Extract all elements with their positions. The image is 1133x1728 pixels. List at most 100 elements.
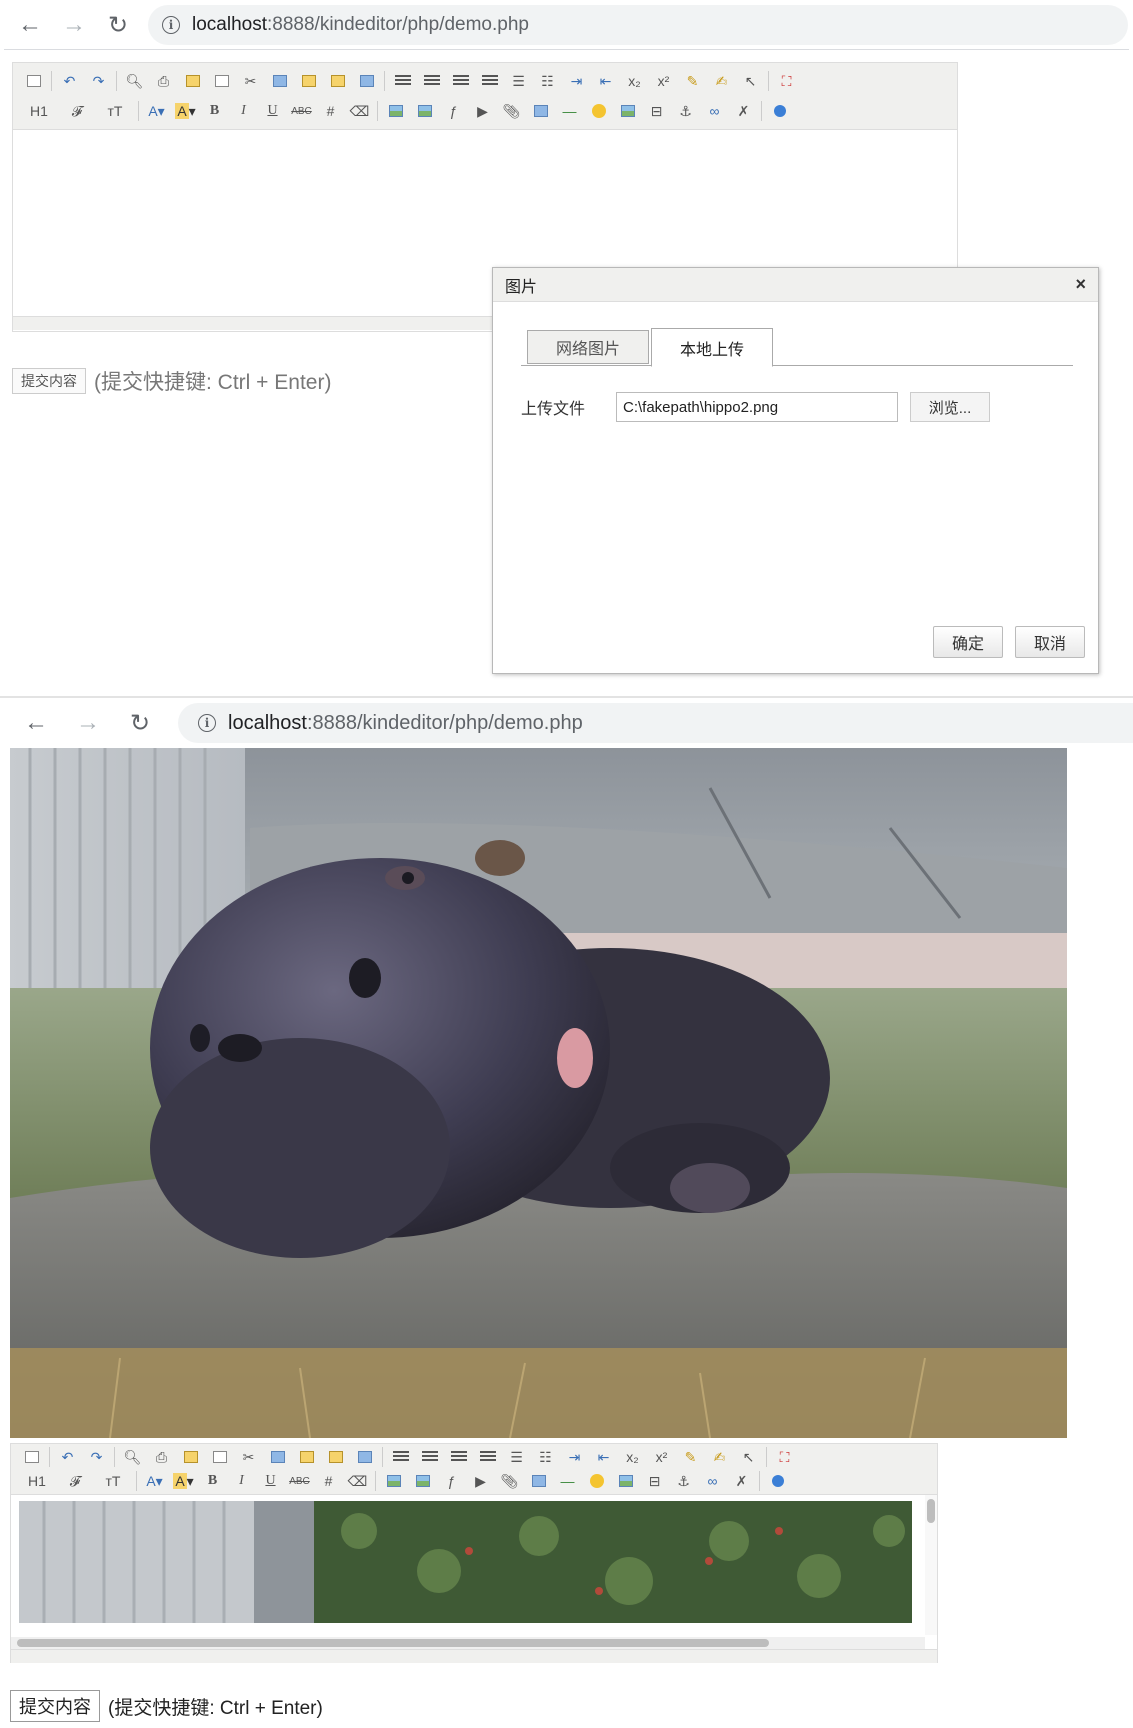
align-right-icon[interactable]	[444, 1445, 473, 1469]
source-icon[interactable]	[19, 69, 48, 93]
fullscreen-icon[interactable]: ⛶	[772, 69, 801, 93]
superscript-icon[interactable]: x²	[647, 1445, 676, 1469]
clear-format-icon[interactable]: ✎	[676, 1445, 705, 1469]
page-break-icon[interactable]: ⊟	[640, 1469, 669, 1493]
remove-format-icon[interactable]: ⌫	[343, 1469, 372, 1493]
justify-icon[interactable]	[473, 1445, 502, 1469]
info-icon[interactable]: i	[198, 714, 216, 732]
strikethrough-button[interactable]: ABC	[287, 99, 316, 123]
redo-icon[interactable]: ↷	[84, 69, 113, 93]
unlink-icon[interactable]: ✗	[729, 99, 758, 123]
ok-button[interactable]: 确定	[933, 626, 1003, 658]
horizontal-rule-icon[interactable]: ―	[553, 1469, 582, 1493]
page-break-icon[interactable]: ⊟	[642, 99, 671, 123]
print-icon[interactable]: ⎙	[149, 69, 178, 93]
help-icon[interactable]	[763, 1469, 792, 1493]
editor-content-area[interactable]	[11, 1495, 937, 1649]
multi-image-icon[interactable]	[408, 1469, 437, 1493]
align-right-icon[interactable]	[446, 69, 475, 93]
select-all-icon[interactable]: ↖	[734, 1445, 763, 1469]
underline-button[interactable]: U	[258, 99, 287, 123]
media-icon[interactable]: ▶	[466, 1469, 495, 1493]
attachment-icon[interactable]: 📎︎	[497, 99, 526, 123]
paste-icon[interactable]	[292, 1445, 321, 1469]
italic-button[interactable]: I	[227, 1469, 256, 1493]
browse-button[interactable]: 浏览...	[910, 392, 990, 422]
cut-icon[interactable]: ✂	[234, 1445, 263, 1469]
close-icon[interactable]: ×	[1075, 274, 1086, 295]
table-icon[interactable]	[524, 1469, 553, 1493]
clear-format-icon[interactable]: ✎	[678, 69, 707, 93]
unlink-icon[interactable]: ✗	[727, 1469, 756, 1493]
editor-resize-bar[interactable]	[11, 1649, 937, 1663]
align-center-icon[interactable]	[415, 1445, 444, 1469]
tab-network-image[interactable]: 网络图片	[527, 330, 649, 364]
font-color-icon[interactable]: A▾	[142, 99, 171, 123]
bold-button[interactable]: B	[198, 1469, 227, 1493]
superscript-icon[interactable]: x²	[649, 69, 678, 93]
align-center-icon[interactable]	[417, 69, 446, 93]
back-icon[interactable]: ←	[8, 3, 52, 47]
cut-icon[interactable]: ✂	[236, 69, 265, 93]
template-icon[interactable]	[178, 69, 207, 93]
paste-plain-icon[interactable]	[323, 69, 352, 93]
flash-icon[interactable]: ƒ	[439, 99, 468, 123]
attachment-icon[interactable]: 📎︎	[495, 1469, 524, 1493]
copy-icon[interactable]	[265, 69, 294, 93]
horizontal-scroll-thumb[interactable]	[17, 1639, 769, 1647]
file-path-field[interactable]: C:\fakepath\hippo2.png	[616, 392, 898, 422]
cancel-button[interactable]: 取消	[1015, 626, 1085, 658]
underline-button[interactable]: U	[256, 1469, 285, 1493]
submit-button[interactable]: 提交内容	[10, 1690, 100, 1722]
code-icon[interactable]	[205, 1445, 234, 1469]
font-size-button[interactable]: тT	[95, 99, 135, 123]
highlight-color-icon[interactable]: A ▾	[171, 99, 200, 123]
indent-icon[interactable]: ⇥	[560, 1445, 589, 1469]
print-icon[interactable]: ⎙	[147, 1445, 176, 1469]
forward-icon[interactable]: →	[66, 701, 110, 745]
unordered-list-icon[interactable]: ☷	[531, 1445, 560, 1469]
baidu-map-icon[interactable]	[613, 99, 642, 123]
anchor-icon[interactable]: ⚓	[671, 99, 700, 123]
link-icon[interactable]: ∞	[698, 1469, 727, 1493]
vertical-scrollbar[interactable]	[925, 1495, 937, 1635]
emoticon-icon[interactable]	[582, 1469, 611, 1493]
tab-local-upload[interactable]: 本地上传	[651, 328, 773, 367]
image-icon[interactable]	[381, 99, 410, 123]
undo-icon[interactable]: ↶	[53, 1445, 82, 1469]
justify-icon[interactable]	[475, 69, 504, 93]
line-height-icon[interactable]: #	[314, 1469, 343, 1493]
uploaded-image[interactable]	[10, 748, 1067, 1438]
vertical-scroll-thumb[interactable]	[927, 1499, 935, 1523]
preview-icon[interactable]: 🔍︎	[120, 69, 149, 93]
fullscreen-icon[interactable]: ⛶	[770, 1445, 799, 1469]
horizontal-scrollbar[interactable]	[11, 1637, 925, 1649]
template-icon[interactable]	[176, 1445, 205, 1469]
link-icon[interactable]: ∞	[700, 99, 729, 123]
preview-icon[interactable]: 🔍︎	[118, 1445, 147, 1469]
italic-button[interactable]: I	[229, 99, 258, 123]
code-icon[interactable]	[207, 69, 236, 93]
table-icon[interactable]	[526, 99, 555, 123]
copy-icon[interactable]	[263, 1445, 292, 1469]
line-height-icon[interactable]: #	[316, 99, 345, 123]
reload-icon[interactable]: ↻	[96, 3, 140, 47]
font-family-button[interactable]: 𝓕	[59, 99, 95, 123]
quick-format-icon[interactable]: ✍	[705, 1445, 734, 1469]
redo-icon[interactable]: ↷	[82, 1445, 111, 1469]
subscript-icon[interactable]: x₂	[618, 1445, 647, 1469]
back-icon[interactable]: ←	[14, 701, 58, 745]
emoticon-icon[interactable]	[584, 99, 613, 123]
paste-word-icon[interactable]	[350, 1445, 379, 1469]
heading-button[interactable]: H1	[19, 99, 59, 123]
undo-icon[interactable]: ↶	[55, 69, 84, 93]
font-family-button[interactable]: 𝓕	[57, 1469, 93, 1493]
remove-format-icon[interactable]: ⌫	[345, 99, 374, 123]
quick-format-icon[interactable]: ✍	[707, 69, 736, 93]
source-icon[interactable]	[17, 1445, 46, 1469]
paste-word-icon[interactable]	[352, 69, 381, 93]
strikethrough-button[interactable]: ABC	[285, 1469, 314, 1493]
anchor-icon[interactable]: ⚓	[669, 1469, 698, 1493]
highlight-color-icon[interactable]: A ▾	[169, 1469, 198, 1493]
help-icon[interactable]	[765, 99, 794, 123]
